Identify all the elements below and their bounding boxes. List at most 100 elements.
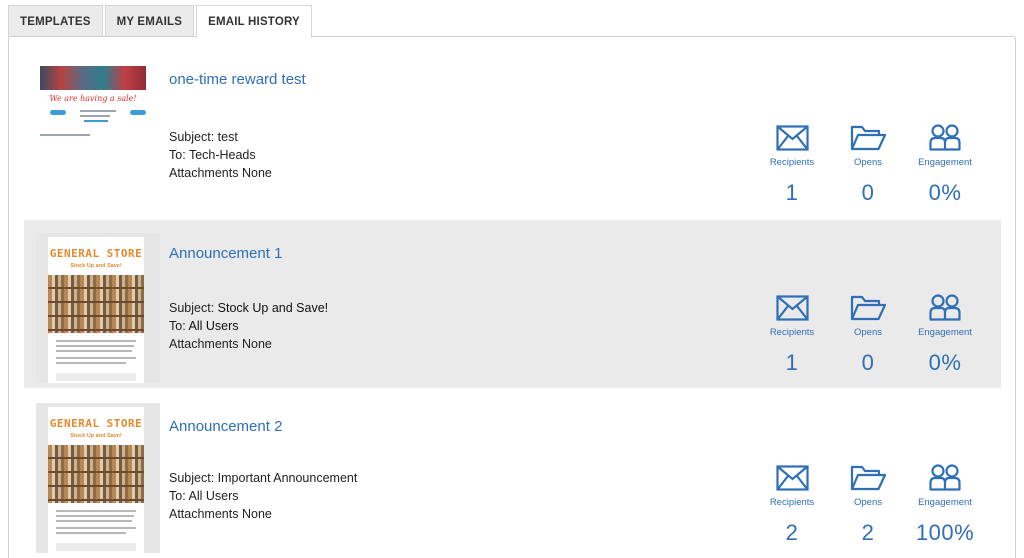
recipients-label: Recipients xyxy=(769,157,815,168)
subject-label: Subject: xyxy=(169,301,215,315)
thumbnail-subheading: Stock Up and Save! xyxy=(70,433,122,439)
thumbnail-text-line xyxy=(80,115,110,117)
email-details: Subject: Stock Up and Save! To: All User… xyxy=(169,299,328,353)
recipients-count: 2 xyxy=(785,520,799,545)
email-row[interactable]: GENERAL STORE Stock Up and Save! Announc… xyxy=(24,390,1001,558)
attachments-label: Attachments xyxy=(169,337,239,351)
recipients-label: Recipients xyxy=(769,497,815,508)
engagement-percent: 0% xyxy=(928,180,962,205)
envelope-icon xyxy=(752,291,832,321)
envelope-icon xyxy=(752,461,832,491)
stat-recipients[interactable]: Recipients 1 xyxy=(752,121,832,206)
stat-engagement[interactable]: Engagement 0% xyxy=(905,121,985,206)
to-value: Tech-Heads xyxy=(188,148,256,162)
attachments-label: Attachments xyxy=(169,166,239,180)
sale-banner-image xyxy=(40,66,146,90)
thumbnail-footer-block xyxy=(56,373,136,381)
engagement-label: Engagement xyxy=(918,157,972,168)
subject-value: Stock Up and Save! xyxy=(217,301,329,315)
opens-count: 0 xyxy=(861,350,875,375)
thumbnail-text-line xyxy=(56,532,126,534)
email-title[interactable]: Announcement 2 xyxy=(169,418,282,435)
email-title[interactable]: one-time reward test xyxy=(169,71,306,88)
thumbnail-text-line xyxy=(56,520,132,522)
tab-templates[interactable]: TEMPLATES xyxy=(8,5,103,37)
opens-label: Opens xyxy=(854,497,882,508)
attachments-label: Attachments xyxy=(169,507,239,521)
folder-open-icon xyxy=(828,121,908,151)
stat-engagement[interactable]: Engagement 0% xyxy=(905,291,985,376)
email-thumbnail[interactable]: GENERAL STORE Stock Up and Save! xyxy=(36,403,160,553)
thumbnail-text-line xyxy=(56,340,136,342)
envelope-icon xyxy=(752,121,832,151)
stat-recipients[interactable]: Recipients 1 xyxy=(752,291,832,376)
recipients-label: Recipients xyxy=(769,327,815,338)
thumbnail-link-line xyxy=(84,120,108,122)
stat-opens[interactable]: Opens 0 xyxy=(828,291,908,376)
thumbnail-text-line xyxy=(56,510,136,512)
attachments-value: None xyxy=(241,337,272,351)
thumbnail-text-line xyxy=(56,350,132,352)
stat-opens[interactable]: Opens 2 xyxy=(828,461,908,546)
thumbnail-text-line xyxy=(56,357,136,359)
thumbnail-subheading: Stock Up and Save! xyxy=(70,263,122,269)
to-label: To: xyxy=(169,148,186,162)
folder-open-icon xyxy=(828,291,908,321)
tab-my-emails[interactable]: MY EMAILS xyxy=(104,5,195,37)
attachments-line: Attachments None xyxy=(169,164,272,182)
email-thumbnail[interactable]: GENERAL STORE Stock Up and Save! xyxy=(36,233,160,383)
thumbnail-text-line xyxy=(80,110,116,112)
store-shelves-image xyxy=(48,445,144,503)
email-row[interactable]: We are having a sale! one-time reward te… xyxy=(24,52,1001,220)
subject-line: Subject: Important Announcement xyxy=(169,469,357,487)
thumbnail-heading: GENERAL STORE xyxy=(49,417,143,430)
thumbnail-text-line xyxy=(56,362,126,364)
thumbnail-button-left xyxy=(50,110,66,115)
engagement-percent: 100% xyxy=(915,520,975,545)
subject-label: Subject: xyxy=(169,130,215,144)
users-icon xyxy=(905,291,985,321)
opens-label: Opens xyxy=(854,157,882,168)
subject-line: Subject: Stock Up and Save! xyxy=(169,299,328,317)
attachments-line: Attachments None xyxy=(169,505,357,523)
stat-recipients[interactable]: Recipients 2 xyxy=(752,461,832,546)
to-label: To: xyxy=(169,489,186,503)
email-thumbnail[interactable]: We are having a sale! xyxy=(40,66,146,146)
email-title[interactable]: Announcement 1 xyxy=(169,245,282,262)
attachments-value: None xyxy=(241,166,272,180)
to-line: To: Tech-Heads xyxy=(169,146,272,164)
store-newsletter-preview: GENERAL STORE Stock Up and Save! xyxy=(48,237,144,383)
to-label: To: xyxy=(169,319,186,333)
recipients-count: 1 xyxy=(785,350,799,375)
thumbnail-heading: We are having a sale! xyxy=(49,94,137,103)
stat-opens[interactable]: Opens 0 xyxy=(828,121,908,206)
email-details: Subject: test To: Tech-Heads Attachments… xyxy=(169,128,272,182)
engagement-percent: 0% xyxy=(928,350,962,375)
users-icon xyxy=(905,461,985,491)
attachments-value: None xyxy=(241,507,272,521)
thumbnail-text-line xyxy=(56,345,134,347)
thumbnail-footer-block xyxy=(56,543,136,551)
opens-count: 2 xyxy=(861,520,875,545)
thumbnail-text-line xyxy=(56,527,136,529)
thumbnail-heading: GENERAL STORE xyxy=(49,247,143,260)
email-details: Subject: Important Announcement To: All … xyxy=(169,469,357,523)
tab-email-history[interactable]: EMAIL HISTORY xyxy=(196,5,312,38)
subject-label: Subject: xyxy=(169,471,215,485)
opens-label: Opens xyxy=(854,327,882,338)
store-shelves-image xyxy=(48,275,144,333)
store-newsletter-preview: GENERAL STORE Stock Up and Save! xyxy=(48,407,144,553)
stat-engagement[interactable]: Engagement 100% xyxy=(905,461,985,546)
email-row[interactable]: GENERAL STORE Stock Up and Save! Announc… xyxy=(24,220,1001,388)
to-line: To: All Users xyxy=(169,317,328,335)
engagement-label: Engagement xyxy=(918,497,972,508)
subject-value: Important Announcement xyxy=(217,471,358,485)
recipients-count: 1 xyxy=(785,180,799,205)
tab-bar: TEMPLATES MY EMAILS EMAIL HISTORY xyxy=(8,5,314,38)
users-icon xyxy=(905,121,985,151)
thumbnail-button-right xyxy=(130,110,146,115)
to-value: All Users xyxy=(188,319,239,333)
folder-open-icon xyxy=(828,461,908,491)
opens-count: 0 xyxy=(861,180,875,205)
to-line: To: All Users xyxy=(169,487,357,505)
